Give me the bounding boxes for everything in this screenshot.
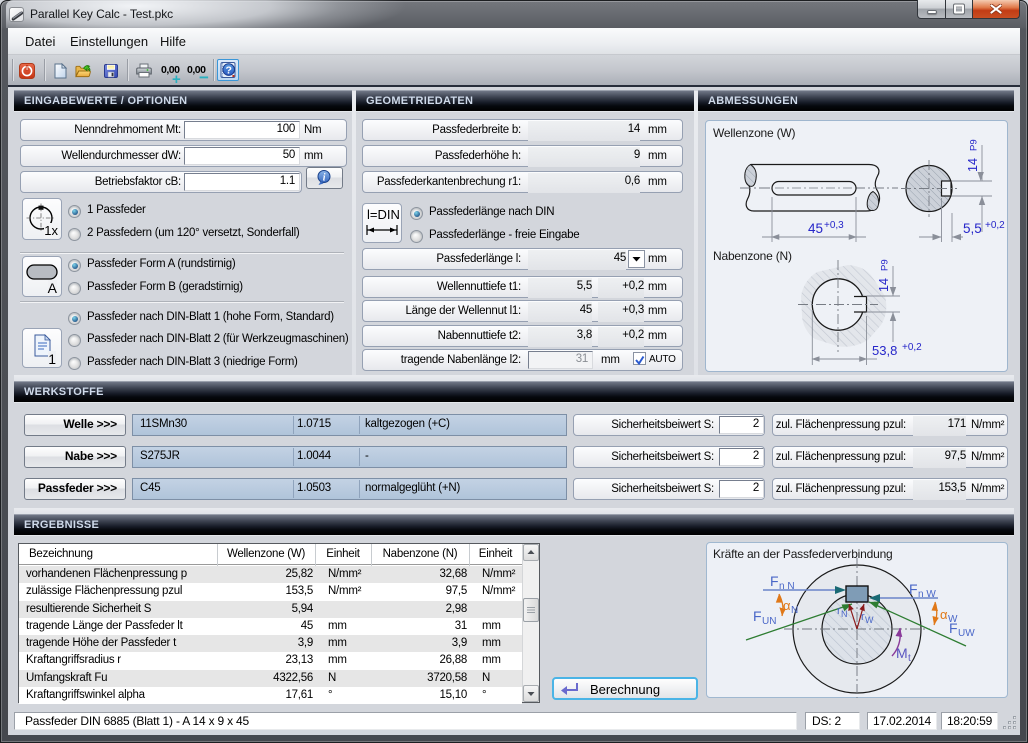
svg-text:P9: P9 — [880, 259, 891, 271]
svg-text:53,8: 53,8 — [872, 343, 897, 358]
svg-text:n W: n W — [918, 589, 936, 600]
svg-text:5,5: 5,5 — [963, 221, 982, 236]
svg-text:N: N — [791, 605, 798, 616]
svg-text:UN: UN — [762, 616, 776, 627]
svg-text:t: t — [908, 653, 911, 664]
svg-text:+0,3: +0,3 — [824, 220, 844, 231]
svg-text:n N: n N — [779, 581, 795, 592]
svg-text:14: 14 — [966, 158, 980, 172]
svg-text:F: F — [770, 573, 779, 589]
svg-text:+0,2: +0,2 — [902, 342, 922, 353]
svg-text:Nabenzone (N): Nabenzone (N) — [713, 249, 792, 263]
svg-text:F: F — [753, 608, 762, 624]
svg-text:i: i — [323, 173, 326, 184]
svg-text:N: N — [841, 609, 848, 619]
svg-text:W: W — [948, 614, 958, 625]
svg-text:α: α — [940, 607, 948, 622]
svg-text:14: 14 — [877, 278, 891, 292]
svg-text:M: M — [896, 645, 908, 661]
svg-text:?: ? — [225, 64, 231, 76]
svg-text:45: 45 — [808, 221, 823, 236]
svg-text:W: W — [865, 615, 874, 625]
svg-text:Wellenzone (W): Wellenzone (W) — [713, 126, 796, 140]
svg-text:α: α — [783, 598, 791, 613]
svg-text:+0,2: +0,2 — [985, 220, 1005, 231]
svg-text:F: F — [909, 581, 918, 597]
svg-text:Kräfte an der Passfederverbind: Kräfte an der Passfederverbindung — [713, 547, 893, 561]
svg-text:P9: P9 — [969, 139, 980, 151]
svg-text:UW: UW — [958, 628, 975, 639]
